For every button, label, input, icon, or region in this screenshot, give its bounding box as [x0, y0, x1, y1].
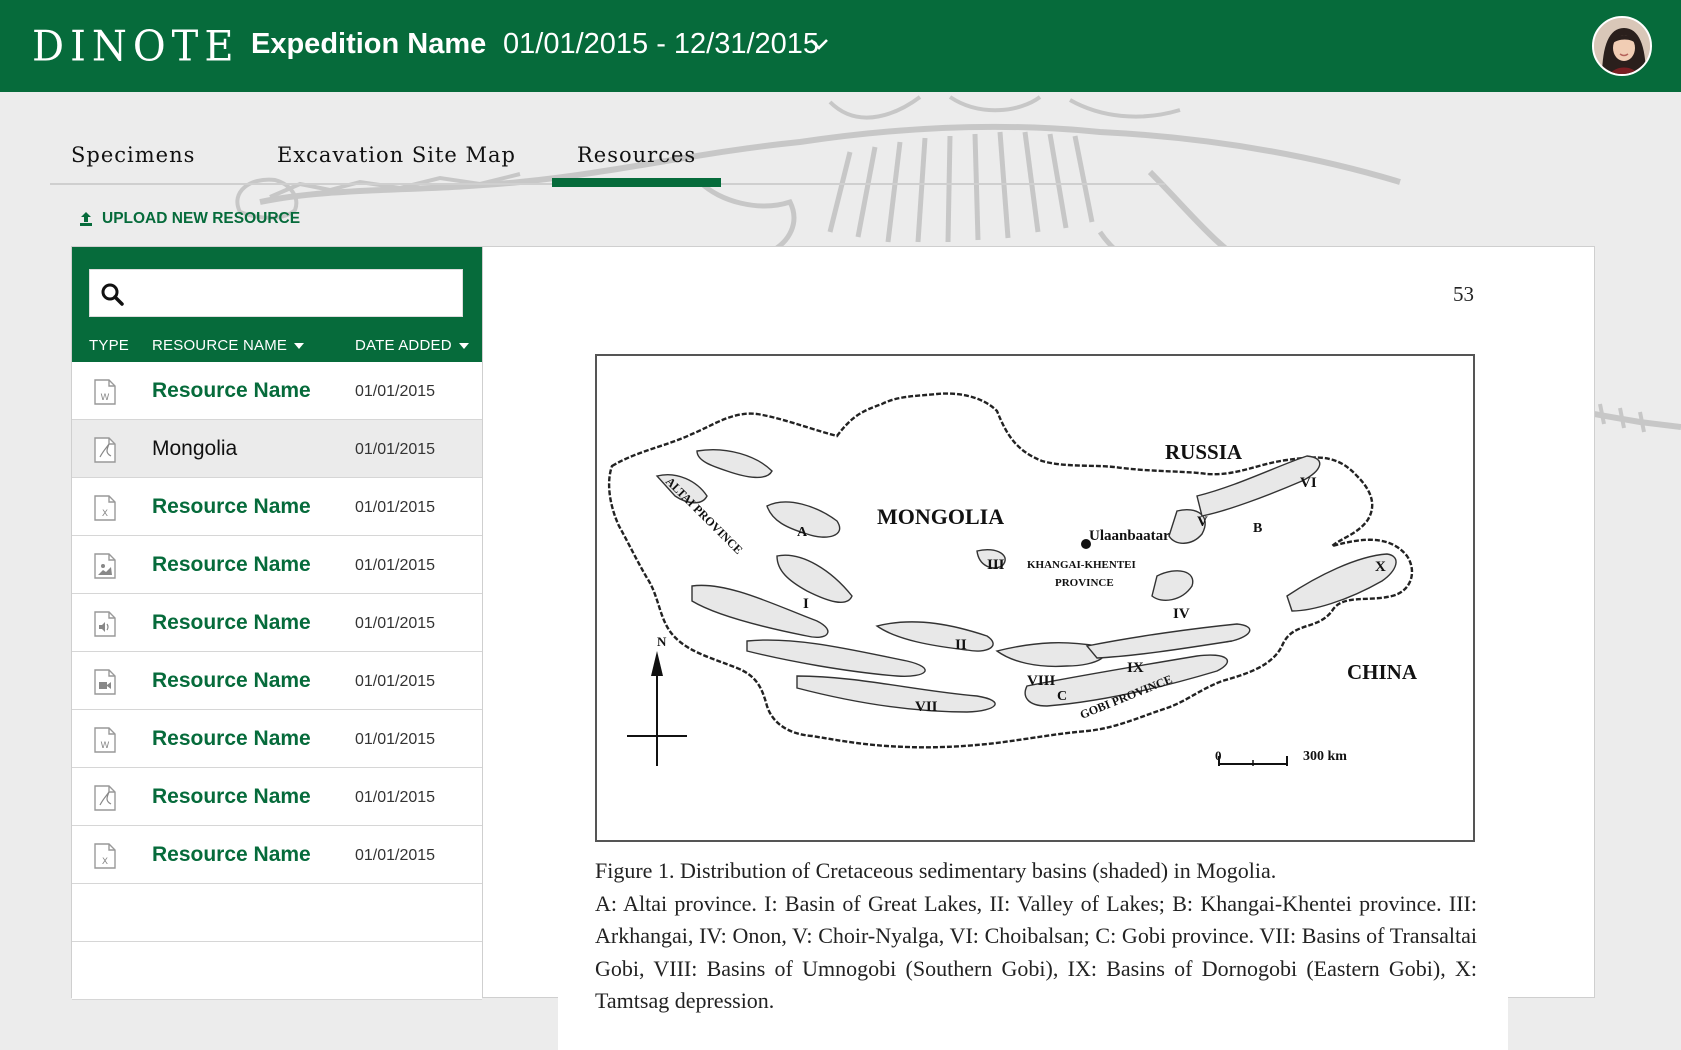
audio-file-icon	[94, 611, 116, 637]
map-label-vii: VII	[915, 699, 938, 715]
avatar-image	[1594, 18, 1650, 74]
resource-name[interactable]: Resource Name	[152, 727, 311, 751]
sort-caret-icon	[458, 342, 469, 349]
user-avatar[interactable]	[1592, 16, 1652, 76]
map-label-iv: IV	[1173, 606, 1190, 622]
empty-table-row	[72, 942, 482, 1000]
svg-text:W: W	[101, 393, 110, 403]
search-box	[89, 269, 463, 317]
resource-date: 01/01/2015	[355, 615, 436, 632]
resource-name[interactable]: Resource Name	[152, 785, 311, 809]
resource-date: 01/01/2015	[355, 731, 436, 748]
map-label-scale-km: 300 km	[1303, 749, 1347, 764]
tab-excavation-site-map[interactable]: Excavation Site Map	[277, 143, 516, 167]
section-tabs: Specimens Excavation Site Map Resources	[50, 135, 1165, 187]
map-label-mongolia: MONGOLIA	[877, 504, 1004, 529]
expedition-name: Expedition Name	[251, 28, 487, 60]
resource-date: 01/01/2015	[355, 789, 436, 806]
map-label-north: N	[657, 634, 667, 649]
figure-caption: Figure 1. Distribution of Cretaceous sed…	[595, 855, 1477, 1018]
table-row[interactable]: Resource Name 01/01/2015	[72, 536, 482, 594]
column-date-label: DATE ADDED	[355, 337, 452, 354]
word-file-icon: W	[94, 379, 116, 405]
table-row[interactable]: W Resource Name 01/01/2015	[72, 710, 482, 768]
map-label-a: A	[797, 525, 808, 540]
map-label-v: V	[1197, 514, 1208, 530]
video-file-icon	[94, 669, 116, 695]
date-range-selector[interactable]: 01/01/2015 - 12/31/2015	[503, 28, 819, 61]
table-row[interactable]: X Resource Name 01/01/2015	[72, 826, 482, 884]
upload-label: UPLOAD NEW RESOURCE	[102, 210, 301, 227]
resources-list-header: TYPE RESOURCE NAME DATE ADDED	[72, 247, 482, 362]
map-label-scale-zero: 0	[1215, 748, 1222, 763]
map-label-vi: VI	[1300, 475, 1317, 491]
app-logo[interactable]: DINOTE	[32, 23, 240, 71]
figure-caption-title: Figure 1. Distribution of Cretaceous sed…	[595, 858, 1277, 883]
resources-table-body: W Resource Name 01/01/2015 Mongolia 01/01/20…	[72, 362, 482, 1000]
resource-name[interactable]: Resource Name	[152, 611, 311, 635]
image-file-icon	[94, 553, 116, 579]
chevron-down-icon[interactable]	[808, 36, 830, 52]
map-label-china: CHINA	[1347, 660, 1418, 684]
search-input[interactable]	[134, 276, 454, 312]
table-row[interactable]: W Resource Name 01/01/2015	[72, 362, 482, 420]
table-row[interactable]: X Resource Name 01/01/2015	[72, 478, 482, 536]
column-header-type: TYPE	[89, 337, 129, 354]
resource-date: 01/01/2015	[355, 557, 436, 574]
svg-text:W: W	[101, 741, 110, 751]
resource-date: 01/01/2015	[355, 673, 436, 690]
tab-specimens[interactable]: Specimens	[71, 143, 195, 167]
pdf-file-icon	[94, 785, 116, 811]
map-label-khangai: KHANGAI-KHENTEI	[1027, 559, 1136, 571]
resource-name[interactable]: Resource Name	[152, 379, 311, 403]
document-page-number: 53	[1453, 282, 1474, 306]
table-row[interactable]: Resource Name 01/01/2015	[72, 594, 482, 652]
upload-new-resource-button[interactable]: UPLOAD NEW RESOURCE	[78, 210, 300, 228]
search-icon[interactable]	[100, 282, 124, 306]
column-name-label: RESOURCE NAME	[152, 337, 288, 354]
map-label-x: X	[1375, 559, 1386, 575]
table-row[interactable]: Resource Name 01/01/2015	[72, 652, 482, 710]
map-label-ii: II	[955, 637, 967, 653]
tab-resources[interactable]: Resources	[551, 143, 722, 187]
pdf-file-icon	[94, 437, 116, 463]
column-header-resource-name[interactable]: RESOURCE NAME	[152, 337, 305, 354]
map-label-c: C	[1057, 689, 1067, 704]
map-label-capital: Ulaanbaatar	[1089, 528, 1170, 544]
resource-name[interactable]: Resource Name	[152, 495, 311, 519]
map-label-khangai-province: PROVINCE	[1055, 577, 1114, 589]
resource-date: 01/01/2015	[355, 499, 436, 516]
table-row[interactable]: Mongolia 01/01/2015	[72, 420, 482, 478]
excel-file-icon: X	[94, 495, 116, 521]
map-label-b: B	[1253, 521, 1262, 536]
resource-name: Mongolia	[152, 437, 238, 460]
map-label-i: I	[803, 596, 809, 612]
map-label-viii: VIII	[1027, 673, 1056, 689]
column-type-label: TYPE	[89, 337, 129, 354]
resource-date: 01/01/2015	[355, 441, 436, 458]
resource-date: 01/01/2015	[355, 847, 436, 864]
top-bar: DINOTE Expedition Name 01/01/2015 - 12/3…	[0, 0, 1681, 92]
sort-caret-icon	[294, 342, 305, 349]
resource-name[interactable]: Resource Name	[152, 553, 311, 577]
column-header-date-added[interactable]: DATE ADDED	[355, 337, 469, 354]
svg-text:X: X	[102, 509, 108, 519]
upload-icon	[80, 212, 92, 226]
resource-name[interactable]: Resource Name	[152, 669, 311, 693]
resources-list-panel: TYPE RESOURCE NAME DATE ADDED W Resource …	[71, 246, 483, 1000]
word-file-icon: W	[94, 727, 116, 753]
map-label-iii: III	[987, 557, 1005, 573]
map-figure: RUSSIA MONGOLIA CHINA Ulaanbaatar ALTAI …	[607, 392, 1418, 766]
table-row[interactable]: Resource Name 01/01/2015	[72, 768, 482, 826]
empty-table-row	[72, 884, 482, 942]
map-label-ix: IX	[1127, 660, 1144, 676]
map-label-russia: RUSSIA	[1165, 440, 1243, 464]
mongolia-basin-map: RUSSIA MONGOLIA CHINA Ulaanbaatar ALTAI …	[595, 354, 1475, 842]
excel-file-icon: X	[94, 843, 116, 869]
resource-name[interactable]: Resource Name	[152, 843, 311, 867]
resource-date: 01/01/2015	[355, 383, 436, 400]
figure-caption-body: A: Altai province. I: Basin of Great Lak…	[595, 890, 1477, 1014]
svg-text:X: X	[102, 857, 108, 867]
